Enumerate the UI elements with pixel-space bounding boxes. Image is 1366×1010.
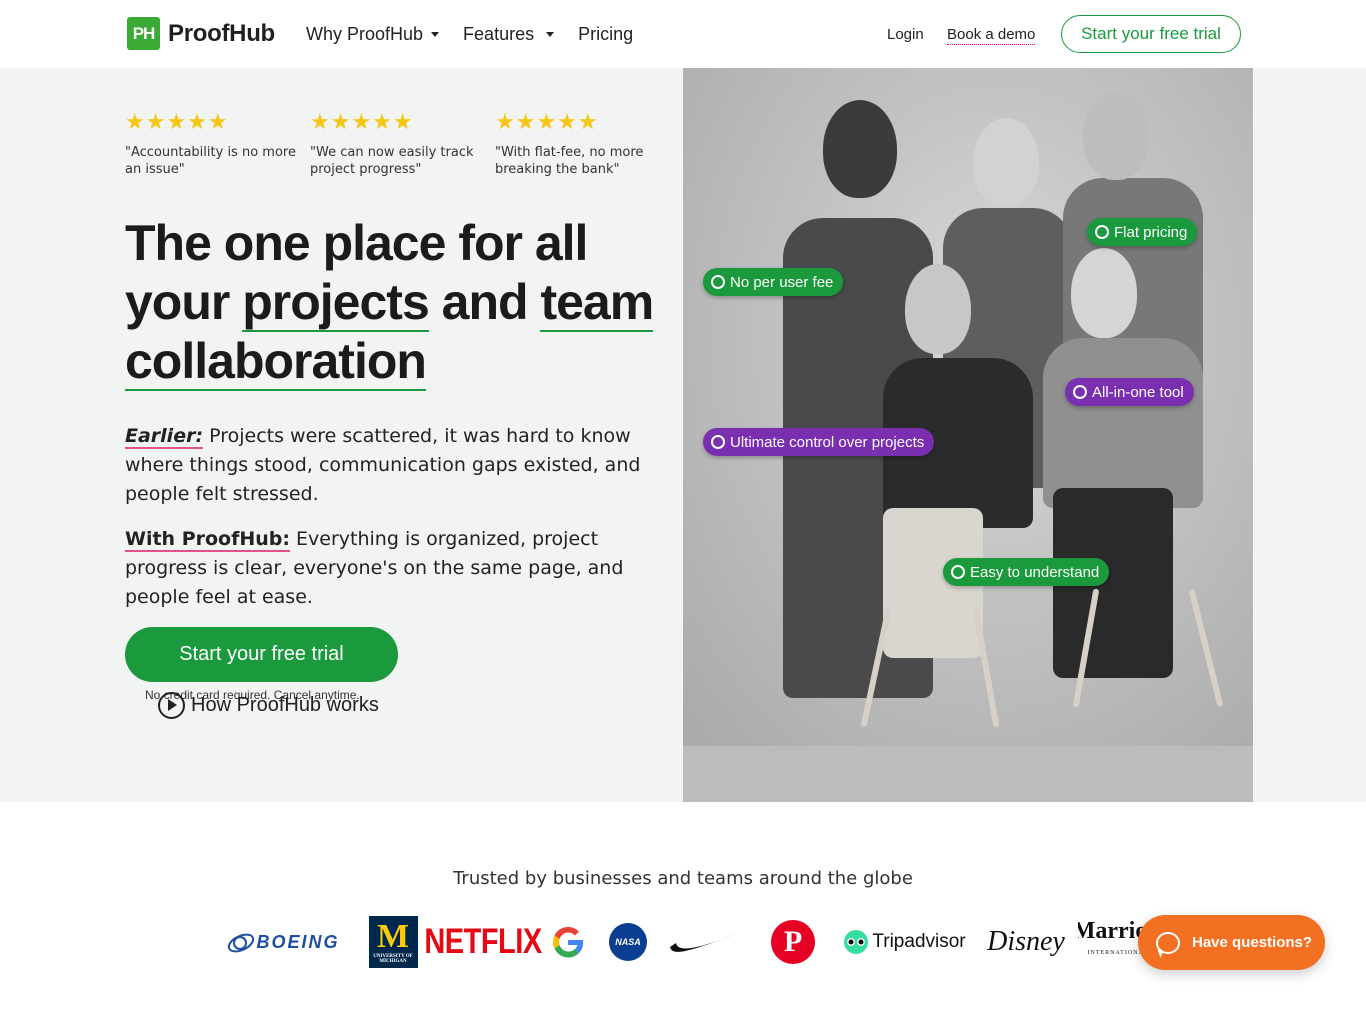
headline-and: and (428, 274, 541, 330)
chevron-down-icon (546, 32, 555, 37)
chat-bubble-icon (1156, 931, 1180, 954)
headline-line-1: The one place for all (125, 215, 588, 271)
earlier-paragraph: Earlier: Projects were scattered, it was… (125, 422, 685, 509)
site-header: PH ProofHub Why ProofHub Features Pricin… (0, 0, 1366, 68)
circle-icon (711, 435, 725, 449)
review-strip: ★★★★★ "Accountability is no more an issu… (125, 109, 680, 178)
logo-mark-icon: PH (127, 17, 160, 50)
boeing-wordmark: BOEING (256, 931, 340, 952)
circle-icon (1095, 225, 1109, 239)
headline-team: team (540, 274, 654, 332)
nike-swoosh-icon (670, 933, 738, 952)
header-free-trial-button[interactable]: Start your free trial (1061, 15, 1241, 53)
have-questions-chat-button[interactable]: Have questions? (1138, 915, 1325, 970)
review-quote: "We can now easily track project progres… (310, 145, 474, 177)
nav-features-label: Features (463, 24, 535, 44)
circle-icon (1073, 385, 1087, 399)
login-link[interactable]: Login (887, 26, 924, 43)
badge-label: Ultimate control over projects (730, 433, 925, 451)
nav-why-proofhub[interactable]: Why ProofHub (306, 24, 440, 45)
michigan-letter: M (376, 918, 410, 955)
hero-headline: The one place for all your projects and … (125, 214, 685, 391)
nav-why-proofhub-label: Why ProofHub (306, 24, 424, 44)
logo-text: ProofHub (168, 19, 275, 47)
how-proofhub-works-label: How ProofHub works (191, 694, 379, 716)
earlier-text: Projects were scattered, it was hard to … (125, 425, 641, 505)
boeing-orbit-icon (228, 933, 255, 953)
review-card: ★★★★★ "We can now easily track project p… (310, 109, 495, 178)
michigan-m: M UNIVERSITY OF MICHIGAN (368, 916, 418, 968)
nav-features[interactable]: Features (463, 24, 555, 45)
badge-label: No per user fee (730, 273, 834, 291)
netflix-logo: NETFLIX (424, 922, 542, 961)
review-card: ★★★★★ "Accountability is no more an issu… (125, 109, 310, 178)
google-g-icon (553, 926, 584, 958)
badge-all-in-one-tool: All-in-one tool (1065, 378, 1194, 406)
five-star-rating-icon: ★★★★★ (125, 109, 229, 134)
tripadvisor-wordmark: Tripadvisor (872, 931, 966, 952)
disney-logo: Disney (987, 926, 1065, 957)
headline-projects: projects (242, 274, 430, 332)
badge-no-per-user-fee: No per user fee (703, 268, 844, 296)
client-logo-strip: BOEING M UNIVERSITY OF MICHIGAN NETFLIX … (208, 915, 1158, 969)
pinterest-p-icon: P (771, 920, 815, 964)
how-proofhub-works-link[interactable]: How ProofHub works (158, 692, 379, 719)
headline-your: your (125, 274, 243, 330)
photo-floor (683, 746, 1253, 802)
boeing-logo: BOEING (208, 915, 358, 969)
badge-easy-to-understand: Easy to understand (943, 558, 1110, 586)
michigan-logo: M UNIVERSITY OF MICHIGAN (358, 915, 428, 969)
hero-right-padding (1253, 68, 1366, 802)
badge-ultimate-control: Ultimate control over projects (703, 428, 935, 456)
nasa-meatball: NASA (609, 923, 647, 961)
five-star-rating-icon: ★★★★★ (495, 109, 599, 134)
proofhub-logo[interactable]: PH ProofHub (127, 17, 275, 50)
nike-logo (658, 915, 750, 969)
circle-icon (951, 565, 965, 579)
trusted-by-heading: Trusted by businesses and teams around t… (453, 868, 913, 889)
chevron-down-icon (431, 32, 440, 37)
badge-flat-pricing: Flat pricing (1087, 218, 1198, 246)
badge-label: Easy to understand (970, 563, 1100, 581)
review-quote: "With flat-fee, no more breaking the ban… (495, 145, 644, 177)
nav-pricing[interactable]: Pricing (578, 24, 633, 45)
chat-label: Have questions? (1192, 934, 1313, 951)
headline-collaboration: collaboration (125, 333, 427, 391)
review-card: ★★★★★ "With flat-fee, no more breaking t… (495, 109, 680, 178)
with-proofhub-paragraph: With ProofHub: Everything is organized, … (125, 525, 685, 612)
five-star-rating-icon: ★★★★★ (310, 109, 414, 134)
main-nav: Why ProofHub Features Pricing (306, 24, 633, 45)
tripadvisor-owl-icon (844, 930, 869, 954)
book-demo-link[interactable]: Book a demo (947, 26, 1036, 45)
badge-label: Flat pricing (1114, 223, 1188, 241)
michigan-subtitle: UNIVERSITY OF MICHIGAN (373, 954, 413, 964)
with-proofhub-lead: With ProofHub: (125, 528, 290, 552)
play-circle-icon (158, 692, 185, 719)
google-logo (538, 915, 598, 969)
tripadvisor-logo: Tripadvisor (836, 915, 974, 969)
hero-free-trial-button[interactable]: Start your free trial (125, 627, 398, 682)
pinterest-logo: P (750, 915, 836, 969)
earlier-lead: Earlier: (125, 425, 204, 449)
review-quote: "Accountability is no more an issue" (125, 145, 296, 177)
badge-label: All-in-one tool (1092, 383, 1184, 401)
nav-pricing-label: Pricing (578, 24, 634, 44)
circle-icon (711, 275, 725, 289)
nasa-logo: NASA (598, 915, 658, 969)
